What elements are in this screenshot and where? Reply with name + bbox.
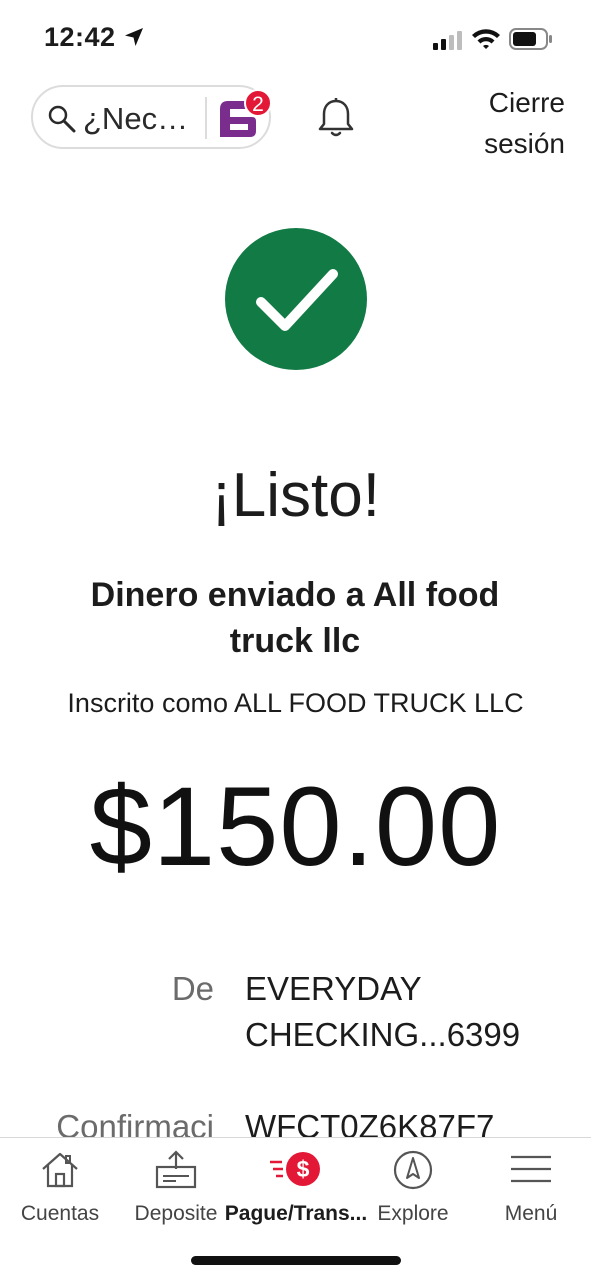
from-account-line2: CHECKING...6399: [245, 1016, 521, 1053]
recipient-message: Dinero enviado a All food truck llc: [90, 576, 500, 660]
pay-transfer-icon: $: [268, 1149, 324, 1196]
enrolled-name: Inscrito como ALL FOOD TRUCK LLC: [67, 688, 524, 718]
cellular-signal-icon: [433, 30, 463, 55]
compass-icon: [392, 1149, 434, 1196]
transfer-amount: $150.00: [89, 764, 502, 889]
status-time: 12:42: [44, 22, 116, 52]
search-icon: [47, 104, 77, 139]
bell-icon[interactable]: [317, 97, 355, 144]
tab-pay-transfer[interactable]: $ Pague/Trans...: [222, 1138, 370, 1238]
tab-accounts[interactable]: Cuentas: [8, 1138, 112, 1238]
location-arrow-icon: [123, 26, 145, 53]
tab-menu[interactable]: Menú: [482, 1138, 580, 1238]
status-bar: 12:42: [0, 0, 591, 80]
tab-explore-label: Explore: [377, 1202, 449, 1225]
svg-text:$: $: [297, 1156, 310, 1182]
battery-icon: [509, 28, 553, 55]
from-account: EVERYDAY CHECKING...6399: [245, 966, 520, 1058]
search-bar[interactable]: ¿Nec… 2: [31, 85, 272, 149]
tab-accounts-label: Cuentas: [20, 1202, 100, 1225]
tab-deposit[interactable]: Deposite: [124, 1138, 228, 1238]
tab-menu-label: Menú: [504, 1202, 558, 1225]
page-title: ¡Listo!: [211, 461, 380, 530]
from-account-line1: EVERYDAY: [245, 970, 422, 1007]
checkmark-icon: [256, 269, 338, 331]
tab-explore[interactable]: Explore: [364, 1138, 462, 1238]
bottom-tab-bar: Cuentas Deposite $ Pague/Trans... Explor…: [0, 1137, 591, 1280]
sign-out-link[interactable]: Cierre sesión: [455, 82, 565, 164]
notification-badge: 2: [244, 89, 272, 117]
house-icon: [39, 1149, 81, 1196]
search-placeholder[interactable]: ¿Nec…: [83, 101, 188, 137]
deposit-icon: [154, 1149, 198, 1196]
wifi-icon: [471, 27, 501, 56]
home-indicator: [191, 1256, 401, 1265]
from-label: De: [171, 970, 214, 1007]
hamburger-menu-icon: [509, 1149, 553, 1194]
divider: [205, 97, 207, 139]
tab-pay-transfer-label: Pague/Trans...: [224, 1202, 368, 1225]
tab-deposit-label: Deposite: [134, 1202, 218, 1225]
success-check-badge: [225, 228, 367, 370]
